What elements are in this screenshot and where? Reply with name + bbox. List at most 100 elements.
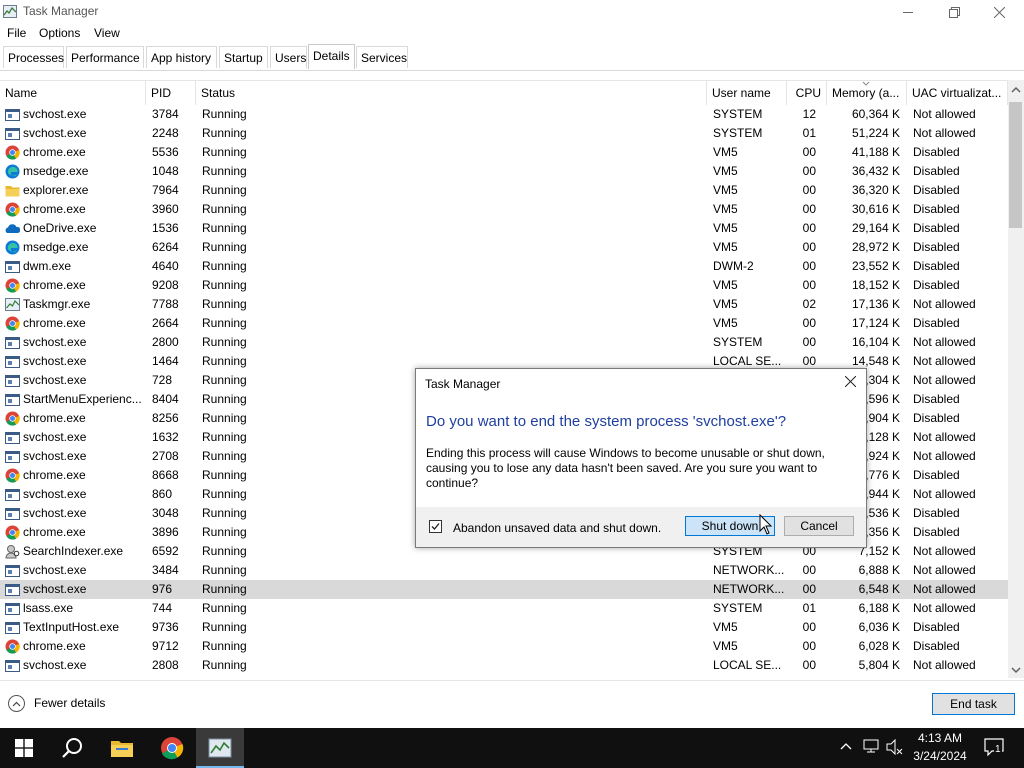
process-name: svchost.exe bbox=[23, 449, 87, 463]
taskbar-search-button[interactable] bbox=[48, 728, 96, 768]
minimize-icon bbox=[902, 11, 913, 13]
table-row[interactable]: chrome.exe 3960 Running VM5 00 30,616 K Disabl… bbox=[0, 200, 1008, 219]
tab-app-history[interactable]: App history bbox=[146, 46, 217, 68]
table-row[interactable]: msedge.exe 6264 Running VM5 00 28,972 K Disabl… bbox=[0, 238, 1008, 257]
close-button[interactable] bbox=[976, 0, 1022, 24]
column-header-uac[interactable]: UAC virtualizat... bbox=[907, 81, 1008, 105]
table-row[interactable]: svchost.exe 3784 Running SYSTEM 12 60,364 K No… bbox=[0, 105, 1008, 124]
table-row[interactable]: explorer.exe 7964 Running VM5 00 36,320 K Disa… bbox=[0, 181, 1008, 200]
process-name: svchost.exe bbox=[23, 563, 87, 577]
chevron-up-icon[interactable] bbox=[8, 695, 25, 712]
fewer-details-link[interactable]: Fewer details bbox=[34, 696, 105, 710]
table-row[interactable]: svchost.exe 3484 Running NETWORK... 00 6,888 … bbox=[0, 561, 1008, 580]
abandon-data-checkbox[interactable] bbox=[429, 520, 442, 533]
close-icon bbox=[844, 375, 856, 388]
process-pid: 2708 bbox=[152, 449, 179, 463]
clock-time[interactable]: 4:13 AM bbox=[905, 731, 975, 745]
table-row[interactable]: chrome.exe 2664 Running VM5 00 17,124 K Disabl… bbox=[0, 314, 1008, 333]
process-uac: Disabled bbox=[913, 620, 960, 634]
start-button[interactable] bbox=[0, 728, 48, 768]
process-name: msedge.exe bbox=[23, 164, 89, 178]
dialog-close-button[interactable] bbox=[841, 374, 859, 392]
tab-details[interactable]: Details bbox=[308, 44, 355, 69]
process-status: Running bbox=[202, 335, 247, 349]
tab-users[interactable]: Users bbox=[270, 46, 307, 68]
scroll-up-icon[interactable] bbox=[1011, 86, 1021, 94]
taskbar-chrome[interactable] bbox=[148, 728, 196, 768]
process-cpu: 12 bbox=[802, 107, 816, 121]
process-uac: Disabled bbox=[913, 525, 960, 539]
table-row[interactable]: svchost.exe 2800 Running SYSTEM 00 16,104 K No… bbox=[0, 333, 1008, 352]
action-center-button[interactable]: 1 bbox=[984, 738, 1006, 758]
process-memory: 29,164 K bbox=[851, 221, 900, 235]
service-icon bbox=[5, 337, 20, 349]
table-row[interactable]: svchost.exe 2248 Running SYSTEM 01 51,224 K No… bbox=[0, 124, 1008, 143]
menu-file[interactable]: File bbox=[7, 26, 26, 40]
table-row[interactable]: chrome.exe 5536 Running VM5 00 41,188 K Disabl… bbox=[0, 143, 1008, 162]
process-name: svchost.exe bbox=[23, 506, 87, 520]
tab-performance[interactable]: Performance bbox=[66, 46, 144, 68]
table-row[interactable]: dwm.exe 4640 Running DWM-2 00 23,552 K Disable… bbox=[0, 257, 1008, 276]
process-user: VM5 bbox=[713, 221, 738, 235]
tab-services[interactable]: Services bbox=[356, 46, 408, 68]
minimize-button[interactable] bbox=[885, 0, 931, 24]
column-header-user-name[interactable]: User name bbox=[707, 81, 787, 105]
restore-button[interactable] bbox=[931, 0, 977, 24]
process-pid: 8404 bbox=[152, 392, 179, 406]
process-pid: 728 bbox=[152, 373, 173, 387]
column-header-status[interactable]: Status bbox=[196, 81, 707, 105]
process-cpu: 00 bbox=[802, 183, 816, 197]
network-icon[interactable] bbox=[863, 739, 879, 753]
table-row[interactable]: svchost.exe 2808 Running LOCAL SE... 00 5,804… bbox=[0, 656, 1008, 675]
table-row[interactable]: lsass.exe 744 Running SYSTEM 01 6,188 K Not al… bbox=[0, 599, 1008, 618]
process-pid: 976 bbox=[152, 582, 173, 596]
table-row[interactable]: TextInputHost.exe 9736 Running VM5 00 6,036 K… bbox=[0, 618, 1008, 637]
process-status: Running bbox=[202, 107, 247, 121]
process-user: SYSTEM bbox=[713, 126, 763, 140]
column-header-name[interactable]: Name bbox=[0, 81, 146, 105]
explorer-icon bbox=[5, 186, 20, 197]
cancel-button[interactable]: Cancel bbox=[784, 516, 854, 536]
clock-date[interactable]: 3/24/2024 bbox=[905, 749, 975, 763]
process-uac: Disabled bbox=[913, 411, 960, 425]
tab-processes[interactable]: Processes bbox=[3, 46, 64, 68]
process-uac: Disabled bbox=[913, 221, 960, 235]
table-row[interactable]: chrome.exe 9208 Running VM5 00 18,152 K Disabl… bbox=[0, 276, 1008, 295]
process-cpu: 00 bbox=[802, 335, 816, 349]
process-cpu: 00 bbox=[802, 164, 816, 178]
chevron-up-icon[interactable] bbox=[840, 742, 852, 750]
process-memory: 17,124 K bbox=[851, 316, 900, 330]
table-row[interactable]: chrome.exe 9712 Running VM5 00 6,028 K Disable… bbox=[0, 637, 1008, 656]
service-icon bbox=[5, 261, 20, 273]
window-title: Task Manager bbox=[23, 4, 99, 18]
scrollbar-thumb[interactable] bbox=[1009, 102, 1022, 228]
menu-view[interactable]: View bbox=[94, 26, 120, 40]
service-icon bbox=[5, 432, 20, 444]
column-header-cpu[interactable]: CPU bbox=[787, 81, 827, 105]
process-pid: 2800 bbox=[152, 335, 179, 349]
menu-options[interactable]: Options bbox=[39, 26, 80, 40]
process-pid: 2808 bbox=[152, 658, 179, 672]
process-pid: 5536 bbox=[152, 145, 179, 159]
edge-icon bbox=[5, 164, 20, 179]
task-manager-icon bbox=[208, 738, 232, 758]
scroll-down-icon[interactable] bbox=[1011, 666, 1021, 674]
tab-startup[interactable]: Startup bbox=[219, 46, 268, 68]
volume-muted-icon[interactable] bbox=[886, 739, 904, 755]
process-cpu: 00 bbox=[802, 620, 816, 634]
table-row[interactable]: OneDrive.exe 1536 Running VM5 00 29,164 K Disa… bbox=[0, 219, 1008, 238]
abandon-data-label[interactable]: Abandon unsaved data and shut down. bbox=[453, 521, 661, 535]
end-task-button[interactable]: End task bbox=[932, 693, 1015, 715]
taskbar-task-manager[interactable] bbox=[196, 728, 244, 768]
process-memory: 6,028 K bbox=[858, 639, 900, 653]
table-row[interactable]: msedge.exe 1048 Running VM5 00 36,432 K Disabl… bbox=[0, 162, 1008, 181]
process-pid: 8256 bbox=[152, 411, 179, 425]
column-header-pid[interactable]: PID bbox=[146, 81, 196, 105]
chrome-icon bbox=[5, 411, 20, 426]
taskbar-file-explorer[interactable] bbox=[98, 728, 146, 768]
sort-arrow-icon bbox=[862, 81, 870, 86]
table-row[interactable]: Taskmgr.exe 7788 Running VM5 02 17,136 K Not a… bbox=[0, 295, 1008, 314]
service-icon bbox=[5, 128, 20, 140]
table-row[interactable]: svchost.exe 976 Running NETWORK... 00 6,548 K… bbox=[0, 580, 1008, 599]
process-uac: Disabled bbox=[913, 202, 960, 216]
